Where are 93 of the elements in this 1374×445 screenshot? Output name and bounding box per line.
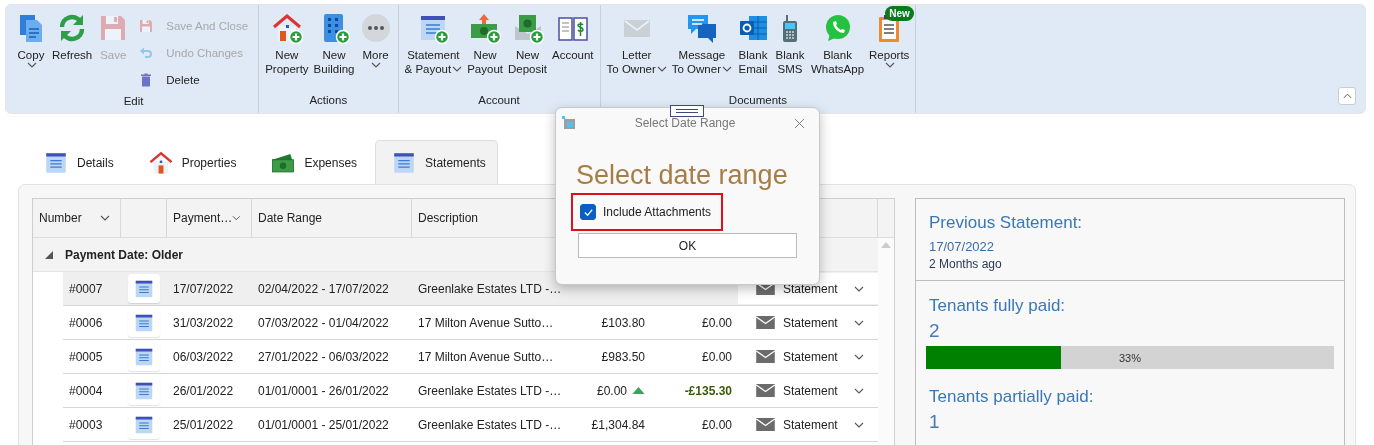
envelope-icon — [756, 350, 775, 363]
table-cell: 17 Milton Avenue Sutto… — [412, 306, 562, 340]
summary-title: Previous Statement: — [929, 212, 1084, 234]
column-header[interactable]: Payment… — [167, 199, 252, 237]
ribbon-button[interactable]: Delete — [132, 67, 255, 92]
table-cell: 01/01/0001 - 25/01/2022 — [252, 408, 412, 442]
column-header[interactable]: Date Range — [252, 199, 412, 237]
column-header[interactable]: Number — [33, 199, 121, 237]
window-title: Select Date Range — [633, 116, 737, 130]
table-cell: Greenlake Estates LTD -… — [412, 272, 562, 306]
table-row[interactable]: #0005 06/03/2022 27/01/2022 - 06/03/2022 17 Milton Avenue Sutto… £983.50 £0.00 Statement — [33, 340, 878, 374]
checkbox-label[interactable]: Include Attachments — [603, 205, 712, 219]
group-label: Actions — [309, 94, 348, 106]
ribbon-button[interactable]: Statement & Payout — [402, 5, 465, 91]
table-cell: 17/07/2022 — [167, 272, 252, 306]
ribbon-button[interactable]: New Building — [311, 5, 357, 91]
more-icon — [359, 12, 392, 44]
table-cell: £983.50 — [601, 349, 645, 364]
ribbon-button[interactable]: New Reports — [867, 5, 912, 91]
table-cell: 02/04/2022 - 17/07/2022 — [252, 272, 412, 306]
caret-icon — [854, 387, 864, 394]
chat-icon — [685, 12, 718, 44]
table-cell: 17 Milton Avenue Sutto… — [412, 340, 562, 374]
envelope-icon — [756, 384, 775, 397]
tab[interactable]: Properties — [131, 140, 249, 184]
table-cell: #0004 — [63, 374, 121, 408]
up-triangle-icon — [632, 387, 645, 394]
save-icon — [138, 17, 155, 34]
ribbon-button[interactable]: Blank WhatsApp — [809, 5, 867, 91]
tab[interactable]: Statements — [375, 140, 498, 184]
table-cell: Greenlake Estates LTD -… — [412, 408, 562, 442]
table-cell: £0.00 — [596, 383, 627, 398]
caret-icon — [854, 319, 864, 326]
summary-value: 1 — [929, 411, 941, 433]
table-row[interactable]: #0003 25/01/2022 01/01/0001 - 25/01/2022 Greenlake Estates LTD -… £1,304.84 £0.00 Statement — [33, 408, 878, 442]
group-label: Account — [478, 94, 520, 106]
caret-icon — [854, 353, 864, 360]
window-icon — [562, 116, 576, 130]
table-cell: #0006 — [63, 306, 121, 340]
table-cell: 07/03/2022 - 01/04/2022 — [252, 306, 412, 340]
summary-date: 17/07/2022 — [929, 239, 996, 254]
table-cell: #0007 — [63, 272, 121, 306]
caret-icon — [1342, 93, 1352, 99]
ribbon-button[interactable]: New Payout — [465, 5, 505, 91]
summary-title: Tenants partially paid: — [929, 386, 1095, 408]
table-cell: Greenlake Estates LTD -… — [412, 374, 562, 408]
ribbon-button[interactable]: New Property — [263, 5, 311, 91]
summary-title: Tenants fully paid: — [929, 295, 1067, 317]
table-cell: 06/03/2022 — [167, 340, 252, 374]
drag-handle[interactable] — [670, 105, 704, 117]
summary-value: 2 — [929, 320, 941, 342]
ribbon-button[interactable]: Blank SMS — [772, 5, 808, 91]
tab[interactable]: Expenses — [254, 140, 370, 184]
close-button[interactable] — [794, 117, 805, 129]
table-cell: 25/01/2022 — [167, 408, 252, 442]
envelope-icon — [756, 316, 775, 329]
table-cell: 31/03/2022 — [167, 306, 252, 340]
house-icon — [147, 149, 174, 176]
progress-label: 33% — [1119, 351, 1141, 364]
table-cell: 27/01/2022 - 06/03/2022 — [252, 340, 412, 374]
ribbon-button[interactable]: More — [357, 5, 394, 91]
money-icon — [469, 12, 502, 44]
house-icon — [270, 12, 303, 44]
group-label: Documents — [728, 94, 788, 106]
summary-note: 2 Months ago — [929, 257, 1003, 271]
group-label: Edit — [123, 95, 144, 107]
table-cell: 01/01/0001 - 26/01/2022 — [252, 374, 412, 408]
ribbon-button[interactable]: Message To Owner — [669, 5, 734, 91]
envelope-icon — [756, 418, 775, 431]
table-cell: #0003 — [63, 408, 121, 442]
caret-icon — [854, 285, 864, 292]
ribbon-button[interactable]: Letter To Owner — [604, 5, 669, 91]
document-button[interactable] — [128, 274, 160, 303]
close-icon — [794, 117, 805, 129]
table-row[interactable]: #0004 26/01/2022 01/01/0001 - 26/01/2022 Greenlake Estates LTD -… £0.00 -£135.30 Statement — [33, 374, 878, 408]
new-badge: New — [885, 6, 914, 21]
table-cell: 26/01/2022 — [167, 374, 252, 408]
table-row[interactable]: #0006 31/03/2022 07/03/2022 - 01/04/2022 17 Milton Avenue Sutto… £103.80 £0.00 Statement — [33, 306, 878, 340]
expand-icon[interactable] — [45, 250, 53, 259]
ribbon-button[interactable]: Account — [550, 5, 596, 91]
ribbon-button[interactable]: New Deposit — [506, 5, 549, 91]
scrollbar[interactable] — [878, 238, 894, 445]
checkbox[interactable] — [580, 204, 596, 220]
table-cell: #0005 — [63, 340, 121, 374]
ribbon-button[interactable]: Refresh — [50, 5, 95, 92]
table-cell: £1,304.84 — [591, 417, 645, 432]
dialog-heading: Select date range — [575, 159, 789, 191]
caret-icon — [854, 421, 864, 428]
table-cell: £103.80 — [601, 315, 645, 330]
ribbon-button[interactable]: Copy — [13, 5, 49, 92]
tab[interactable]: Details — [27, 140, 126, 184]
ok-button[interactable]: OK — [578, 233, 797, 258]
ribbon-button[interactable]: Blank Email — [735, 5, 771, 91]
